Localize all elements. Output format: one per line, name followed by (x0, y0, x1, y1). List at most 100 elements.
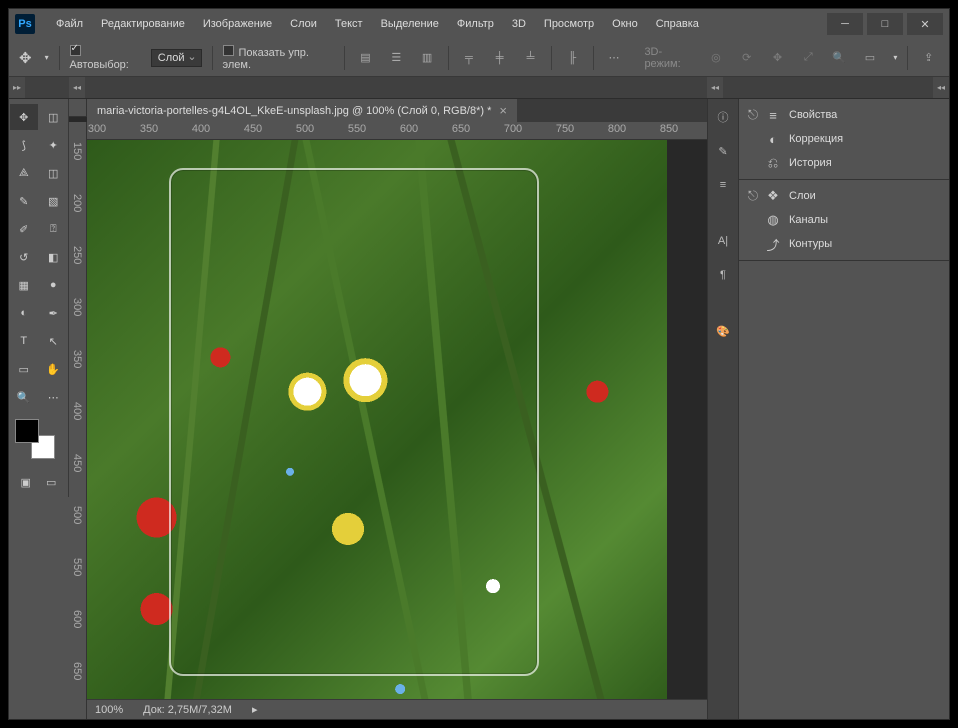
more-align-button[interactable]: ⋯ (604, 47, 625, 69)
ruler-origin[interactable] (69, 99, 87, 117)
stamp-tool[interactable]: ⍰ (40, 216, 68, 242)
tool-preset-dropdown[interactable]: ▾ (45, 53, 49, 62)
mode3d-doc-icon[interactable]: ▭ (860, 47, 881, 69)
mode3d-dropdown[interactable]: ▾ (893, 53, 897, 62)
menu-3d[interactable]: 3D (503, 12, 535, 36)
adjust-panel-icon[interactable]: ✎ (711, 139, 735, 163)
zoom-tool[interactable]: 🔍 (10, 384, 38, 410)
dodge-tool[interactable]: ◐ (10, 300, 38, 326)
status-menu-icon[interactable]: ▸ (252, 703, 258, 716)
doc-tabstrip-collapse-icon[interactable]: ◂◂ (69, 77, 85, 98)
paths-icon: ⤴ (765, 236, 781, 252)
gradient-tool[interactable]: ▦ (10, 272, 38, 298)
selection-frame[interactable] (169, 168, 539, 676)
close-tab-icon[interactable]: × (499, 103, 507, 118)
tools-collapse-icon[interactable]: ▸▸ (9, 77, 25, 98)
align-top-button[interactable]: ╤ (458, 47, 479, 69)
maximize-button[interactable]: □ (867, 13, 903, 35)
document-tab[interactable]: maria-victoria-portelles-g4L4OL_KkeE-uns… (87, 99, 517, 122)
app-window: Ps Файл Редактирование Изображение Слои … (8, 8, 950, 720)
pen-tool[interactable]: ✒ (40, 300, 68, 326)
history-tool[interactable]: ↺ (10, 244, 38, 270)
canvas[interactable] (87, 140, 707, 699)
mode3d-scale-icon: ⤢ (798, 47, 819, 69)
minimize-button[interactable]: ─ (827, 13, 863, 35)
quickmask-button[interactable]: ▣ (16, 472, 36, 492)
mode3d-rotate-icon: ⟳ (736, 47, 757, 69)
dock-column: ⓘ ✎ ≡ A| ¶ 🎨 (707, 99, 739, 719)
marquee-tool[interactable]: ◫ (40, 104, 68, 130)
circle-half-icon: ◐ (765, 131, 781, 147)
dock-tabstrip: ◂◂ (707, 77, 739, 99)
doc-tabstrip: ◂◂ (69, 77, 707, 99)
horizontal-ruler[interactable]: 300 350 400 450 500 550 600 650 700 750 … (87, 122, 707, 140)
patch-tool[interactable]: ▧ (40, 188, 68, 214)
move-tool[interactable]: ✥ (10, 104, 38, 130)
screenmode-button[interactable]: ▭ (42, 472, 62, 492)
auto-select-dropdown[interactable]: Слой (151, 49, 202, 67)
panel-paths[interactable]: ⤴Контуры (739, 232, 949, 256)
panels-tabstrip: ◂◂ (739, 77, 949, 99)
panels-collapse-icon[interactable]: ◂◂ (933, 77, 949, 98)
rect-tool[interactable]: ▭ (10, 356, 38, 382)
panel-channels[interactable]: ◍Каналы (739, 208, 949, 232)
type-panel-icon[interactable]: A| (711, 229, 735, 253)
layers-icon: ❖ (765, 188, 781, 204)
menu-help[interactable]: Справка (647, 12, 708, 36)
panel-adjust[interactable]: ◐Коррекция (739, 127, 949, 151)
wand-tool[interactable]: ✦ (40, 132, 68, 158)
brush-tool[interactable]: ✐ (10, 216, 38, 242)
menu-select[interactable]: Выделение (372, 12, 448, 36)
dock-collapse-icon[interactable]: ◂◂ (707, 77, 723, 98)
vertical-ruler[interactable]: 150 200 250 300 350 400 450 500 550 600 … (69, 122, 87, 719)
document-area: ◂◂ maria-victoria-portelles-g4L4OL_KkeE-… (69, 77, 707, 719)
panel-group-1: ⎋≡Свойства ◐Коррекция ⎌История (739, 99, 949, 180)
channels-icon: ◍ (765, 212, 781, 228)
path-tool[interactable]: ↖ (40, 328, 68, 354)
align-right-button[interactable]: ▥ (417, 47, 438, 69)
align-left-button[interactable]: ▤ (355, 47, 376, 69)
close-button[interactable]: ✕ (907, 13, 943, 35)
show-controls-checkbox[interactable]: Показать упр. элем. (223, 45, 335, 71)
doc-size[interactable]: Док: 2,75M/7,32M (143, 704, 232, 716)
panel-history[interactable]: ⎌История (739, 151, 949, 175)
auto-select-checkbox[interactable]: Автовыбор: (70, 45, 141, 71)
main-menu: Файл Редактирование Изображение Слои Тек… (47, 12, 708, 36)
slice-tool[interactable]: ◫ (40, 160, 68, 186)
move-icon: ✥ (19, 49, 32, 67)
blur-tool[interactable]: ● (40, 272, 68, 298)
crop-tool[interactable]: ⟁ (10, 160, 38, 186)
more-tools[interactable]: ⋯ (40, 384, 68, 410)
distribute-button[interactable]: ╟ (562, 47, 583, 69)
eyedrop-tool[interactable]: ✎ (10, 188, 38, 214)
menu-edit[interactable]: Редактирование (92, 12, 194, 36)
panel-layers[interactable]: ⎋❖Слои (739, 184, 949, 208)
hand-tool[interactable]: ✋ (40, 356, 68, 382)
align-center-h-button[interactable]: ☰ (386, 47, 407, 69)
menu-layers[interactable]: Слои (281, 12, 326, 36)
menu-image[interactable]: Изображение (194, 12, 281, 36)
menu-window[interactable]: Окно (603, 12, 647, 36)
brush-panel-icon[interactable]: ≡ (711, 173, 735, 197)
foreground-swatch[interactable] (15, 419, 39, 443)
menu-view[interactable]: Просмотр (535, 12, 603, 36)
align-bottom-button[interactable]: ╧ (520, 47, 541, 69)
menu-text[interactable]: Текст (326, 12, 372, 36)
align-center-v-button[interactable]: ╪ (489, 47, 510, 69)
history-icon: ⎌ (765, 155, 781, 171)
menu-file[interactable]: Файл (47, 12, 92, 36)
panel-properties[interactable]: ⎋≡Свойства (739, 103, 949, 127)
menu-filter[interactable]: Фильтр (448, 12, 503, 36)
type-tool[interactable]: T (10, 328, 38, 354)
color-panel-icon[interactable]: 🎨 (711, 319, 735, 343)
sliders-icon: ≡ (765, 107, 781, 123)
paragraph-panel-icon[interactable]: ¶ (711, 263, 735, 287)
titlebar: Ps Файл Редактирование Изображение Слои … (9, 9, 949, 39)
lasso-tool[interactable]: ⟆ (10, 132, 38, 158)
info-panel-icon[interactable]: ⓘ (711, 105, 735, 129)
eraser-tool[interactable]: ◧ (40, 244, 68, 270)
color-swatches[interactable] (15, 419, 55, 459)
share-button[interactable]: ⇪ (918, 47, 939, 69)
document-tab-title: maria-victoria-portelles-g4L4OL_KkeE-uns… (97, 105, 491, 117)
zoom-level[interactable]: 100% (95, 704, 123, 716)
